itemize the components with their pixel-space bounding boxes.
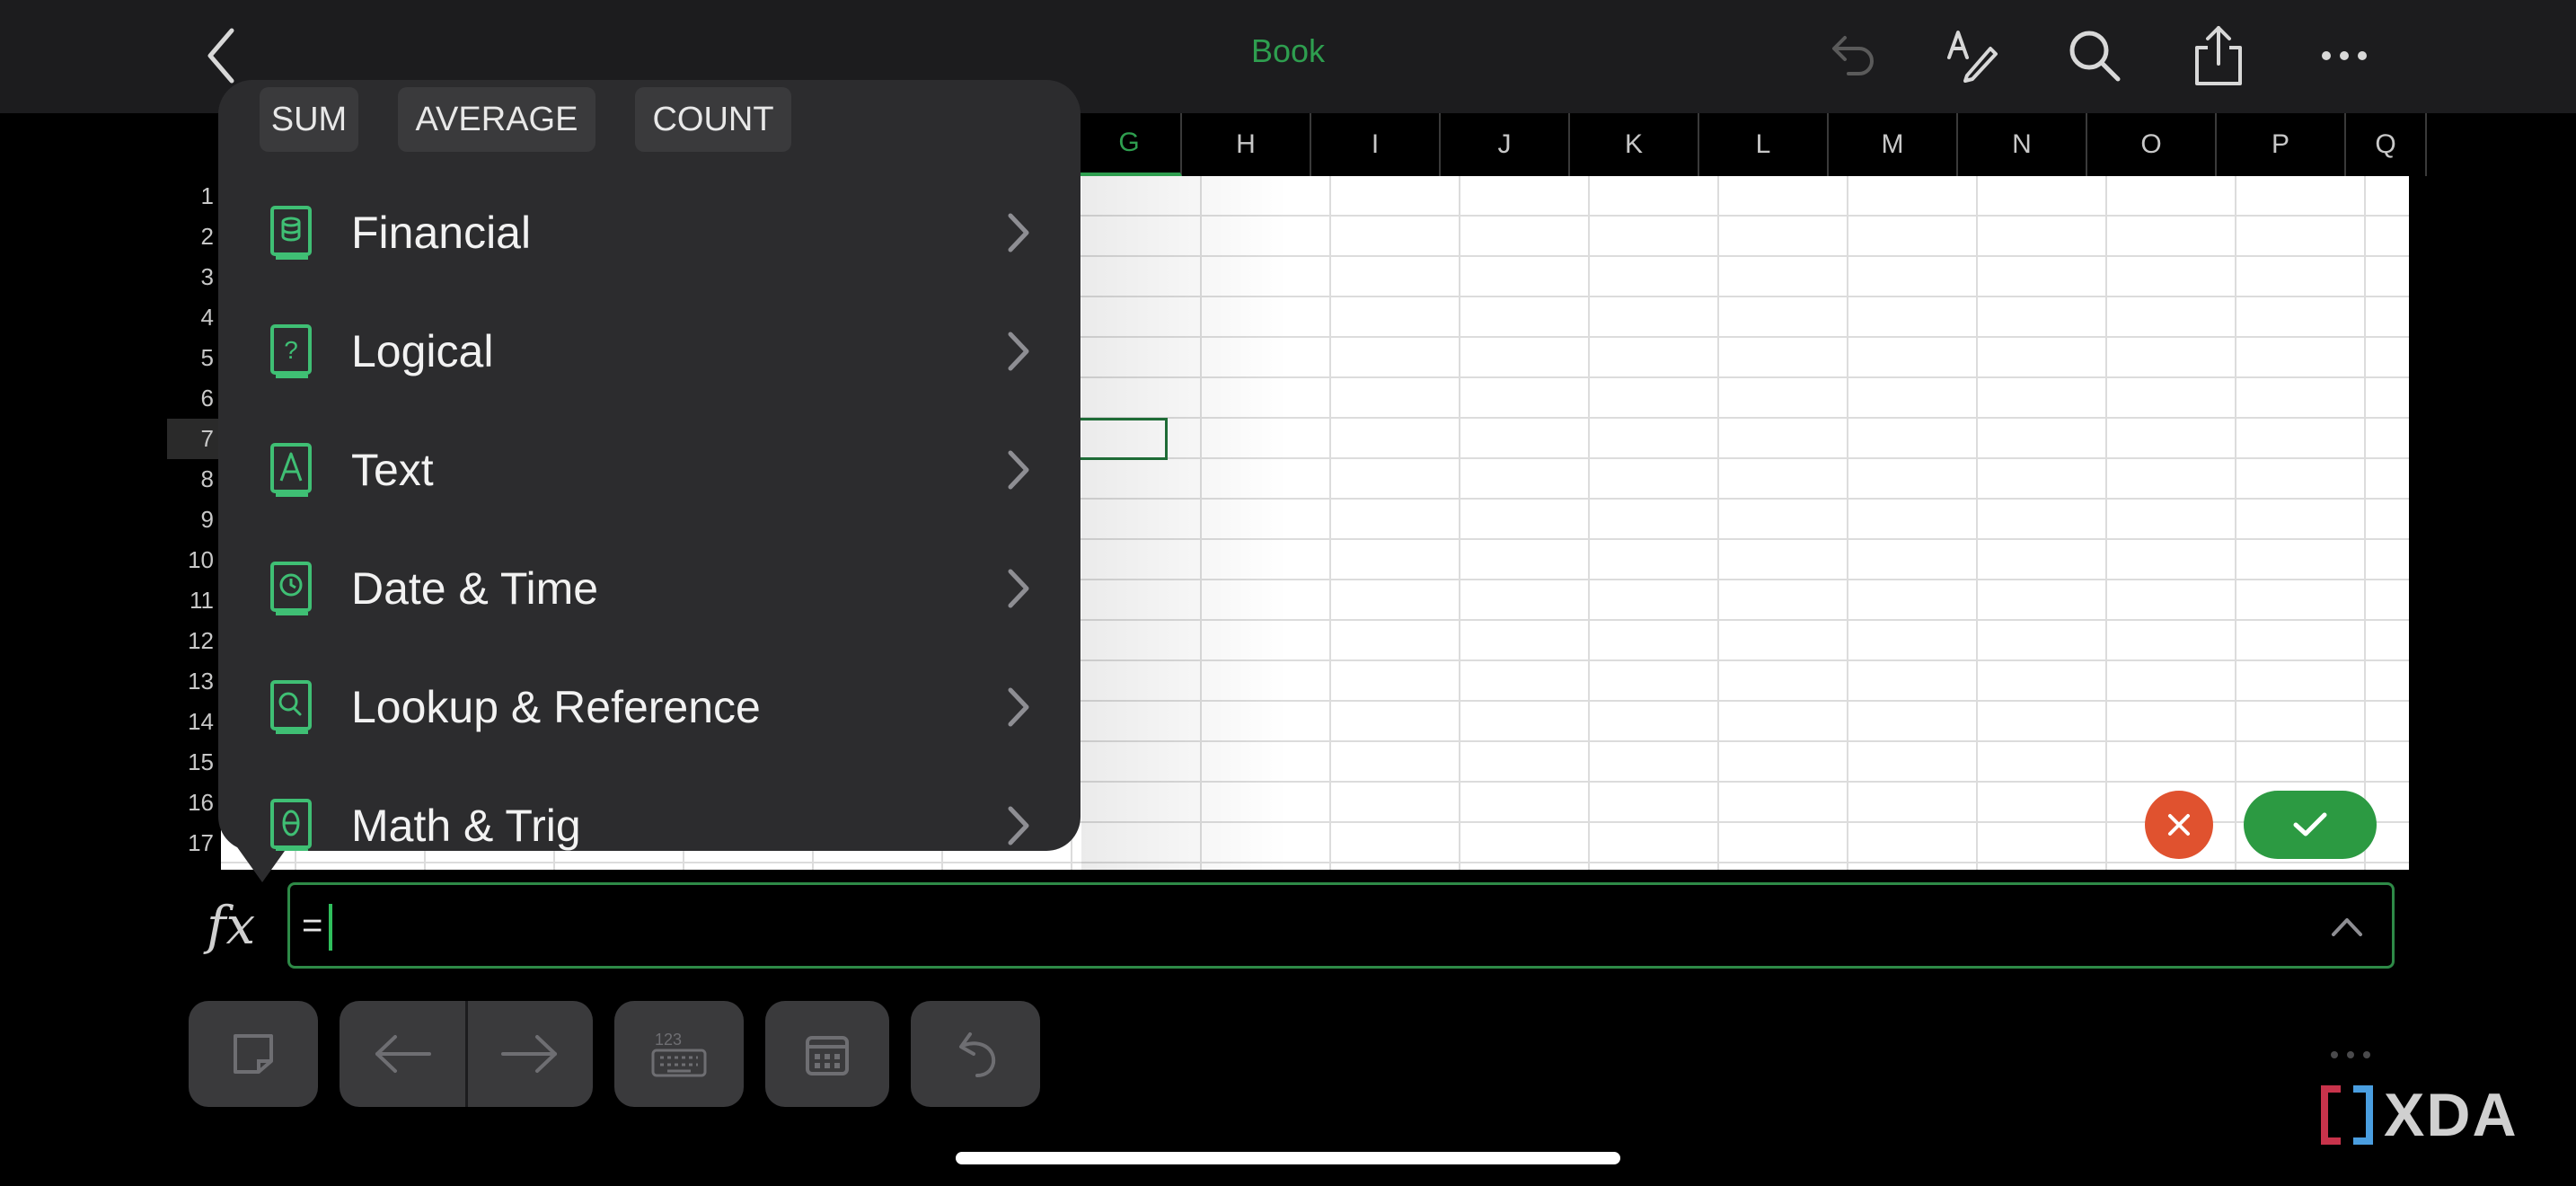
math-trig-icon [270,799,312,851]
checkmark-icon [2293,812,2327,836]
category-logical[interactable]: ? Logical [218,292,1081,411]
calendar-icon [806,1036,849,1075]
column-header-k[interactable]: K [1570,113,1699,176]
category-label: Financial [351,208,532,258]
chevron-right-icon [1008,450,1029,490]
date-time-icon [270,562,312,615]
category-label: Math & Trig [351,801,581,851]
watermark-text: XDA [2384,1081,2519,1149]
financial-icon [270,206,312,260]
column-header-n[interactable]: N [1958,113,2087,176]
function-fx-icon[interactable]: fx [207,895,255,956]
row-header[interactable]: 13 [167,661,221,702]
more-icon[interactable] [2308,20,2380,92]
function-picker-popover: SUM AVERAGE COUNT Financial ? Logical Te… [218,80,1081,851]
row-header[interactable]: 14 [167,702,221,742]
close-icon [2168,814,2190,836]
cancel-button[interactable] [2145,791,2213,859]
text-cursor [329,904,332,951]
category-financial[interactable]: Financial [218,173,1081,292]
column-header-m[interactable]: M [1829,113,1958,176]
row-header[interactable]: 6 [167,378,221,419]
undo-icon [959,1032,996,1077]
chevron-up-icon[interactable] [2326,907,2368,943]
category-label: Text [351,445,434,495]
navigate-arrows-group [340,1001,593,1107]
category-text[interactable]: Text [218,411,1081,529]
chevron-right-icon [1008,569,1029,608]
formula-input[interactable] [287,882,2395,969]
row-header[interactable]: 16 [167,783,221,823]
chevron-right-icon [1008,213,1029,252]
xda-watermark: XDA [2316,1081,2519,1149]
column-header-l[interactable]: L [1699,113,1829,176]
arrow-right-icon[interactable] [498,1031,560,1076]
row-header[interactable]: 1 [167,176,221,217]
popover-shadow [1081,176,1288,870]
numeric-keypad-icon: 123 [651,1031,707,1077]
category-date-time[interactable]: Date & Time [218,529,1081,648]
svg-text:123: 123 [655,1031,682,1049]
home-indicator [956,1152,1620,1164]
row-header[interactable]: 10 [167,540,221,580]
row-header[interactable]: 8 [167,459,221,500]
xda-logo-icon [2321,1085,2373,1145]
text-icon [270,443,312,497]
row-header[interactable]: 11 [167,580,221,621]
category-lookup-reference[interactable]: Lookup & Reference [218,648,1081,766]
sum-button[interactable]: SUM [260,87,358,152]
row-header[interactable]: 5 [167,338,221,378]
row-header-selected[interactable]: 7 [167,419,221,459]
column-header-o[interactable]: O [2087,113,2217,176]
formula-text: = [302,906,323,945]
category-label: Lookup & Reference [351,682,761,732]
count-button[interactable]: COUNT [635,87,791,152]
column-header-g[interactable]: G [1078,113,1182,176]
undo-icon[interactable] [1814,20,1886,92]
row-header[interactable]: 2 [167,217,221,257]
row-header[interactable]: 12 [167,621,221,661]
numeric-keyboard-button[interactable]: 123 [614,1001,744,1107]
confirm-button[interactable] [2244,791,2377,859]
lookup-reference-icon [270,680,312,734]
chevron-right-icon [1008,687,1029,727]
column-header-q[interactable]: Q [2346,113,2427,176]
share-icon[interactable] [2183,20,2254,92]
row-header[interactable]: 17 [167,823,221,863]
row-header[interactable]: 3 [167,257,221,297]
chevron-right-icon [1008,332,1029,371]
svg-text:?: ? [284,336,298,364]
column-header-i[interactable]: I [1311,113,1441,176]
average-button[interactable]: AVERAGE [398,87,595,152]
chevron-right-icon [1008,806,1029,845]
date-keyboard-button[interactable] [765,1001,889,1107]
column-header-h[interactable]: H [1182,113,1311,176]
row-header[interactable]: 4 [167,297,221,338]
hide-keyboard-button[interactable] [189,1001,318,1107]
column-header-p[interactable]: P [2217,113,2346,176]
column-header-j[interactable]: J [1441,113,1570,176]
dismiss-keyboard-icon [234,1034,273,1074]
document-title: Book [1250,32,1326,69]
draw-pen-icon[interactable] [1936,20,2008,92]
divider [465,1001,468,1107]
category-math-trig[interactable]: Math & Trig [218,766,1081,851]
undo-button[interactable] [911,1001,1040,1107]
search-icon[interactable] [2059,20,2130,92]
more-options-icon[interactable] [2328,1048,2373,1062]
category-label: Logical [351,326,494,376]
arrow-left-icon[interactable] [372,1031,435,1076]
row-header[interactable]: 15 [167,742,221,783]
selected-cell[interactable] [1069,418,1168,460]
category-label: Date & Time [351,563,599,614]
logical-icon: ? [270,324,312,378]
row-header-column: 1 2 3 4 5 6 7 8 9 10 11 12 13 14 15 16 1… [167,176,221,870]
row-header[interactable]: 9 [167,500,221,540]
